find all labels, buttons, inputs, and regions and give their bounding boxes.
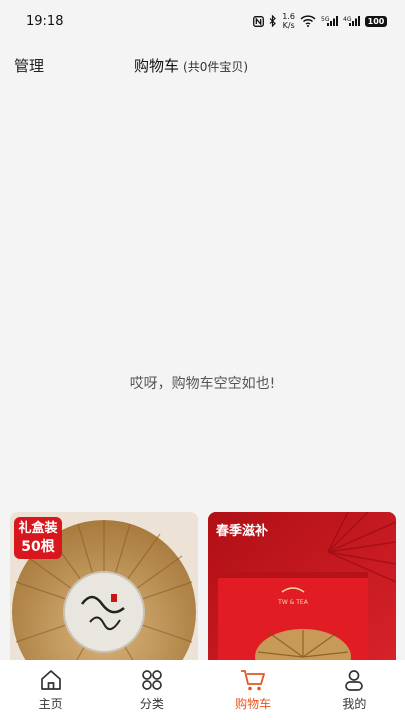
status-time: 19:18: [26, 13, 64, 29]
nav-item-home[interactable]: 主页: [0, 660, 101, 720]
gift-box-badge: 礼盒装 50根: [14, 517, 62, 559]
status-icons: 1.6 K/s 5G 4G 100: [253, 12, 387, 30]
svg-text:5G: 5G: [321, 16, 330, 23]
spring-tonic-label: 春季滋补: [216, 524, 269, 539]
home-icon: [40, 670, 61, 690]
net-speed: 1.6 K/s: [282, 12, 295, 30]
category-icon: [142, 670, 162, 690]
cart-icon: [241, 670, 266, 691]
svg-text:TW & TEA: TW & TEA: [277, 599, 309, 606]
status-bar: 19:18 1.6 K/s 5G 4G 100: [0, 0, 405, 42]
product-card-spring-tonic[interactable]: TW & TEA 春季滋补: [208, 512, 396, 672]
battery-indicator: 100: [365, 15, 387, 27]
cart-header: 管理 购物车 (共0件宝贝): [0, 42, 405, 88]
bluetooth-icon: [269, 15, 277, 27]
nav-label-profile: 我的: [342, 697, 367, 711]
bottom-nav: 主页 分类 购物车 我的: [0, 660, 405, 720]
nav-item-profile[interactable]: 我的: [304, 660, 405, 720]
empty-cart-message: 哎呀，购物车空空如也!: [129, 376, 276, 392]
page-title: 购物车 (共0件宝贝): [134, 55, 248, 76]
nav-label-category: 分类: [139, 697, 164, 711]
wifi-icon: [300, 15, 316, 27]
nav-label-cart: 购物车: [235, 697, 272, 711]
signal-4g-icon: 4G: [343, 16, 360, 26]
nav-item-category[interactable]: 分类: [101, 660, 202, 720]
signal-5g-icon: 5G: [321, 16, 338, 26]
nav-item-cart[interactable]: 购物车: [203, 660, 304, 720]
nav-label-home: 主页: [38, 697, 63, 711]
cart-title: 购物车: [134, 56, 180, 75]
nfc-icon: [253, 15, 265, 27]
cart-item-count: (共0件宝贝): [183, 59, 249, 74]
profile-icon: [345, 670, 364, 691]
product-card-gift-box[interactable]: 礼盒装 50根: [10, 512, 198, 672]
manage-button[interactable]: 管理: [14, 55, 44, 76]
svg-text:4G: 4G: [343, 16, 352, 23]
